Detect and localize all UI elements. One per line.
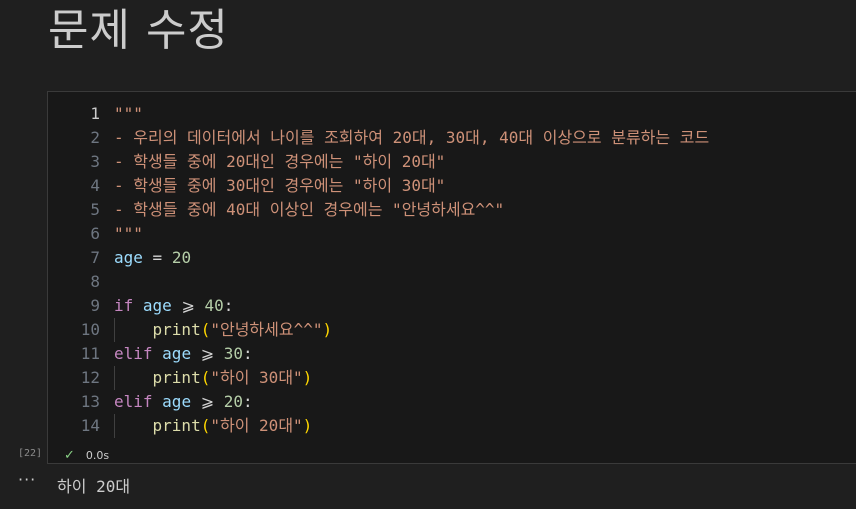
code-token: ) xyxy=(302,368,313,387)
code-cell[interactable]: 1 """ 2 - 우리의 데이터에서 나이를 조회하여 20대, 30대, 40대 … xyxy=(47,91,856,464)
code-text: elif age ⩾ 30: xyxy=(114,342,253,366)
code-text: """ xyxy=(114,222,143,246)
code-line[interactable]: 4 - 학생들 중에 30대인 경우에는 "하이 30대" xyxy=(48,174,856,198)
code-text: - 학생들 중에 30대인 경우에는 "하이 30대" xyxy=(114,174,445,198)
code-token: ) xyxy=(322,320,333,339)
execution-duration: 0.0s xyxy=(85,448,110,462)
indent-guide xyxy=(114,318,115,342)
code-token: - 학생들 중에 30대인 경우에는 "하이 30대" xyxy=(114,176,446,195)
code-token: ( xyxy=(200,416,211,435)
check-icon: ✓ xyxy=(64,447,75,463)
code-token: age xyxy=(114,248,143,267)
code-line[interactable]: 6 """ xyxy=(48,222,856,246)
code-line[interactable]: 11 elif age ⩾ 30: xyxy=(48,342,856,366)
code-token: - 학생들 중에 20대인 경우에는 "하이 20대" xyxy=(114,152,446,171)
code-line[interactable]: 1 """ xyxy=(48,102,856,126)
code-token: """ xyxy=(114,104,143,123)
code-token: "안녕하세요^^" xyxy=(210,320,323,339)
line-number: 1 xyxy=(90,104,100,123)
code-line[interactable]: 9 if age ⩾ 40: xyxy=(48,294,856,318)
code-token: ⩾ xyxy=(171,296,205,315)
code-text: """ xyxy=(114,102,143,126)
code-line[interactable]: 8 xyxy=(48,270,856,294)
line-number: 4 xyxy=(90,176,100,195)
markdown-heading: 문제 수정 xyxy=(48,5,229,56)
code-line[interactable]: 12 print("하이 30대") xyxy=(48,366,856,390)
code-text: print("안녕하세요^^") xyxy=(114,318,333,342)
code-text: - 학생들 중에 40대 이상인 경우에는 "안녕하세요^^" xyxy=(114,198,504,222)
code-line[interactable]: 13 elif age ⩾ 20: xyxy=(48,390,856,414)
code-token: ) xyxy=(302,416,313,435)
code-token: : xyxy=(243,344,253,363)
code-token: print xyxy=(152,320,201,339)
line-number: 3 xyxy=(90,152,100,171)
code-token: 20 xyxy=(223,392,244,411)
line-number: 13 xyxy=(80,392,100,411)
code-line[interactable]: 7 age = 20 xyxy=(48,246,856,270)
code-token: 30 xyxy=(223,344,244,363)
code-line[interactable]: 3 - 학생들 중에 20대인 경우에는 "하이 20대" xyxy=(48,150,856,174)
line-number: 5 xyxy=(90,200,100,219)
line-number: 11 xyxy=(80,344,100,363)
code-token: - 학생들 중에 40대 이상인 경우에는 "안녕하세요^^" xyxy=(114,200,505,219)
markdown-cell[interactable]: 문제 수정 xyxy=(0,0,856,85)
execution-count: [22] xyxy=(18,448,43,459)
code-text: - 학생들 중에 20대인 경우에는 "하이 20대" xyxy=(114,150,445,174)
code-token: if xyxy=(114,296,134,315)
code-token: age xyxy=(162,392,192,411)
code-text: - 우리의 데이터에서 나이를 조회하여 20대, 30대, 40대 이상으로 … xyxy=(114,126,709,150)
indent-guide xyxy=(114,366,115,390)
line-number: 10 xyxy=(80,320,100,339)
code-line[interactable]: 10 print("안녕하세요^^") xyxy=(48,318,856,342)
code-token: "하이 30대" xyxy=(210,368,303,387)
line-number: 7 xyxy=(90,248,100,267)
code-token: ( xyxy=(200,368,211,387)
code-token: age xyxy=(162,344,192,363)
code-token: 40 xyxy=(204,296,224,315)
output-menu-button[interactable]: ··· xyxy=(18,470,36,489)
code-token: print xyxy=(152,368,201,387)
line-number: 14 xyxy=(80,416,100,435)
code-token: : xyxy=(243,392,253,411)
code-line[interactable]: 5 - 학생들 중에 40대 이상인 경우에는 "안녕하세요^^" xyxy=(48,198,856,222)
code-editor[interactable]: 1 """ 2 - 우리의 데이터에서 나이를 조회하여 20대, 30대, 40대 … xyxy=(48,102,856,438)
code-token: ⩾ xyxy=(191,344,224,363)
line-number: 8 xyxy=(90,272,100,291)
execution-status: ✓ 0.0s xyxy=(64,446,109,464)
line-number: 6 xyxy=(90,224,100,243)
cell-output: 하이 20대 xyxy=(57,477,131,496)
code-token: elif xyxy=(114,344,153,363)
code-token: = xyxy=(142,248,172,267)
code-text: print("하이 30대") xyxy=(114,366,313,390)
code-token: : xyxy=(223,296,234,315)
line-number: 9 xyxy=(90,296,100,315)
code-line[interactable]: 14 print("하이 20대") xyxy=(48,414,856,438)
indent-guide xyxy=(114,414,115,438)
code-token: - 우리의 데이터에서 나이를 조회하여 20대, 30대, 40대 이상으로 … xyxy=(114,128,710,147)
code-token: age xyxy=(142,296,172,315)
code-text: elif age ⩾ 20: xyxy=(114,390,253,414)
code-token: ( xyxy=(200,320,211,339)
code-token: "하이 20대" xyxy=(210,416,303,435)
code-text: age = 20 xyxy=(114,246,191,270)
line-number: 12 xyxy=(80,368,100,387)
code-token: 20 xyxy=(171,248,192,267)
code-line[interactable]: 2 - 우리의 데이터에서 나이를 조회하여 20대, 30대, 40대 이상으로… xyxy=(48,126,856,150)
code-token: ⩾ xyxy=(191,392,224,411)
line-number: 2 xyxy=(90,128,100,147)
code-token: elif xyxy=(114,392,153,411)
code-token: """ xyxy=(114,224,143,243)
code-text: if age ⩾ 40: xyxy=(114,294,233,318)
code-text: print("하이 20대") xyxy=(114,414,313,438)
code-token: print xyxy=(152,416,201,435)
